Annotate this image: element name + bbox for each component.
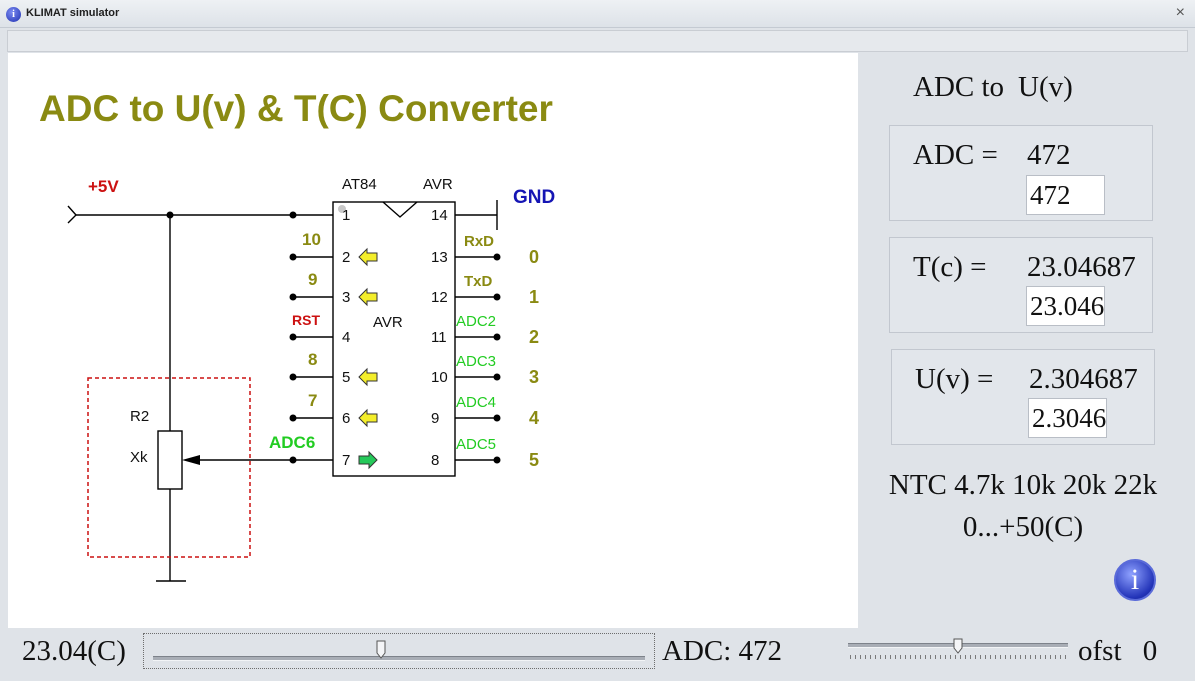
left-pin-dot <box>289 456 297 464</box>
chip-pin-right-8: 8 <box>431 452 439 469</box>
bottom-controls: 23.04(C) ADC: 472 ofst 0 <box>0 628 1195 681</box>
temp-label: T(c) = <box>913 251 987 283</box>
right-pin-dot <box>493 456 501 464</box>
volt-field[interactable] <box>1028 398 1107 438</box>
offset-slider-ticks <box>850 655 1066 659</box>
left-pin-dot <box>289 293 297 301</box>
right-signal-label: TxD <box>464 273 493 290</box>
port-number: 2 <box>529 327 539 347</box>
right-pin-dot <box>493 414 501 422</box>
info-button[interactable]: i <box>1114 559 1156 601</box>
chip-pin-right-13: 13 <box>431 249 448 266</box>
right-signal-label: RxD <box>464 233 494 250</box>
left-pin-dot <box>289 211 297 219</box>
adc-field[interactable] <box>1026 175 1105 215</box>
junction-dot <box>166 211 174 219</box>
chip-pin-left-6: 6 <box>342 410 350 427</box>
chip-pin-right-9: 9 <box>431 410 439 427</box>
right-pin-dot <box>493 253 501 261</box>
offset-label: ofst 0 <box>1078 635 1157 668</box>
left-pin-dot <box>289 414 297 422</box>
resistor-value: Xk <box>130 449 148 466</box>
temp-range-line: 0...+50(C) <box>962 511 1084 543</box>
temp-field[interactable] <box>1026 286 1105 326</box>
chip-family: AVR <box>423 176 453 193</box>
resistor-name: R2 <box>130 408 149 425</box>
gnd-label: GND <box>513 187 555 208</box>
port-number: 4 <box>529 408 539 428</box>
left-signal-label: 8 <box>308 350 317 369</box>
chip-center-label: AVR <box>373 314 403 331</box>
volt-value: 2.304687 <box>1029 363 1138 395</box>
temp-value: 23.04687 <box>1027 251 1136 283</box>
temperature-slider[interactable] <box>143 633 655 669</box>
wiper-arrow-icon <box>182 455 200 465</box>
port-number: 5 <box>529 450 539 470</box>
chip-pin-right-12: 12 <box>431 289 448 306</box>
left-signal-label: 7 <box>308 391 317 410</box>
chip-pin-left-1: 1 <box>342 207 350 224</box>
chip-pin-right-11: 11 <box>431 329 447 346</box>
offset-slider[interactable] <box>846 638 1070 662</box>
right-pin-dot <box>493 333 501 341</box>
adc-panel: ADC = 472 <box>889 125 1153 221</box>
resistor-body <box>157 430 183 490</box>
temp-panel: T(c) = 23.04687 <box>889 237 1153 333</box>
port-number: 1 <box>529 287 539 307</box>
circuit-canvas: ADC to U(v) & T(C) Converter +5V GND AT8… <box>8 53 858 628</box>
circuit-diagram: +5V GND AT84 AVR AVR R2 Xk 1 142 133 124 115… <box>67 176 555 582</box>
right-signal-label: ADC5 <box>456 436 496 453</box>
right-signal-label: ADC2 <box>456 313 496 330</box>
right-signal-label: ADC4 <box>456 394 496 411</box>
chip-pin-left-2: 2 <box>342 249 350 266</box>
chip-pin-right-14: 14 <box>431 207 448 224</box>
left-pin-dot <box>289 373 297 381</box>
mode-title-left: ADC to <box>913 71 1005 103</box>
ntc-range-line: NTC 4.7k 10k 20k 22k <box>888 469 1158 501</box>
chip-pin-left-5: 5 <box>342 369 350 386</box>
left-signal-label: 10 <box>302 230 321 249</box>
supply-arrow-icon <box>67 205 77 224</box>
temperature-readout: 23.04(C) <box>22 635 126 667</box>
port-number: 3 <box>529 367 539 387</box>
mode-title: ADC to U(v) <box>913 71 1087 104</box>
right-signal-label: ADC3 <box>456 353 496 370</box>
right-pin-dot <box>493 293 501 301</box>
left-signal-label: RST <box>292 312 320 328</box>
close-button[interactable]: × <box>1176 4 1185 22</box>
toolbar-strip <box>7 30 1188 52</box>
left-pin-dot <box>289 253 297 261</box>
offset-slider-thumb[interactable] <box>953 638 963 654</box>
mode-title-right: U(v) <box>1018 71 1073 103</box>
volt-label: U(v) = <box>915 363 994 395</box>
port-number: 0 <box>529 247 539 267</box>
chip-pin-left-4: 4 <box>342 329 350 346</box>
chip-name: AT84 <box>342 176 377 193</box>
window-title: KLIMAT simulator <box>26 7 120 19</box>
app-info-icon: i <box>6 7 21 22</box>
info-icon: i <box>1130 563 1140 596</box>
chip-pin-right-10: 10 <box>431 369 448 386</box>
left-signal-label: 9 <box>308 270 317 289</box>
title-bar: i KLIMAT simulator × <box>0 0 1195 28</box>
supply-label: +5V <box>88 177 119 196</box>
offset-value: 0 <box>1142 635 1158 667</box>
chip-pin-left-3: 3 <box>342 289 350 306</box>
chip-pin-left-7: 7 <box>342 452 350 469</box>
temperature-slider-track <box>153 656 645 661</box>
right-pin-dot <box>493 373 501 381</box>
temperature-slider-thumb[interactable] <box>376 640 386 659</box>
offset-label-text: ofst <box>1078 635 1122 667</box>
adc-readout: ADC: 472 <box>662 635 783 667</box>
result-panel: ADC to U(v) ADC = 472 T(c) = 23.04687 U(v… <box>858 53 1188 628</box>
left-signal-label: ADC6 <box>269 433 315 452</box>
adc-value: 472 <box>1027 139 1071 171</box>
volt-panel: U(v) = 2.304687 <box>891 349 1155 445</box>
left-pin-dot <box>289 333 297 341</box>
adc-label: ADC = <box>913 139 998 171</box>
